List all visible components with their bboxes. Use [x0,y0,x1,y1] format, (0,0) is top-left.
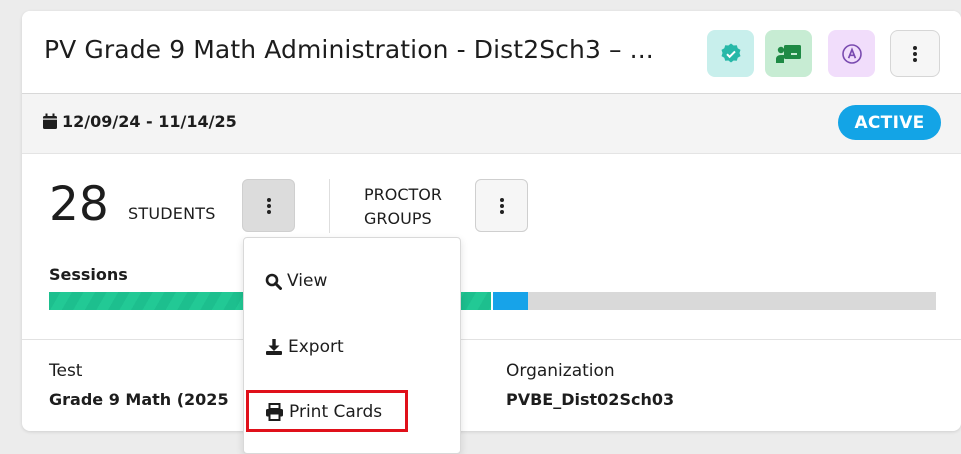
menu-item-label: View [287,271,328,291]
more-vertical-icon [266,197,271,214]
session-card: PV Grade 9 Math Administration - Dist2Sc… [22,11,961,431]
page-title: PV Grade 9 Math Administration - Dist2Sc… [44,35,654,64]
students-label: STUDENTS [128,204,216,223]
more-vertical-icon [499,197,504,214]
calendar-icon [43,113,57,129]
accommodations-button[interactable] [828,30,875,77]
card-header: PV Grade 9 Math Administration - Dist2Sc… [22,11,961,94]
teacher-board-icon [775,44,801,63]
print-icon [266,403,283,421]
sessions-in-progress-segment [492,292,529,310]
status-verified-button[interactable] [707,30,754,77]
menu-item-print-cards[interactable]: Print Cards [265,402,382,422]
menu-item-export[interactable]: Export [265,337,344,357]
sessions-progress-bar [49,292,936,310]
proctor-groups-label: PROCTOR GROUPS [364,185,443,228]
students-actions-menu: View Export Print Cards [243,237,461,454]
proctor-groups-more-button[interactable] [475,179,528,232]
divider [22,339,961,340]
download-icon [266,339,282,355]
search-icon [265,273,282,290]
menu-item-view[interactable]: View [265,271,327,291]
accommodation-a-icon [841,43,862,64]
test-value: Grade 9 Math (2025 [49,390,229,409]
proctor-view-button[interactable] [765,30,812,77]
organization-value: PVBE_Dist02Sch03 [506,390,675,409]
date-range: 12/09/24 - 11/14/25 [42,112,237,131]
sessions-label: Sessions [49,265,128,284]
date-row: 12/09/24 - 11/14/25 ACTIVE [22,94,961,154]
header-more-button[interactable] [890,30,940,77]
students-more-button[interactable] [242,179,295,232]
student-count: 28 [49,177,109,232]
status-badge: ACTIVE [838,105,941,140]
date-range-text: 12/09/24 - 11/14/25 [62,112,237,131]
menu-item-label: Print Cards [289,402,383,422]
test-label: Test [49,361,83,381]
shield-check-icon [721,43,740,62]
menu-item-label: Export [288,337,344,357]
divider [329,179,330,233]
organization-label: Organization [506,361,615,381]
more-vertical-icon [913,45,917,62]
